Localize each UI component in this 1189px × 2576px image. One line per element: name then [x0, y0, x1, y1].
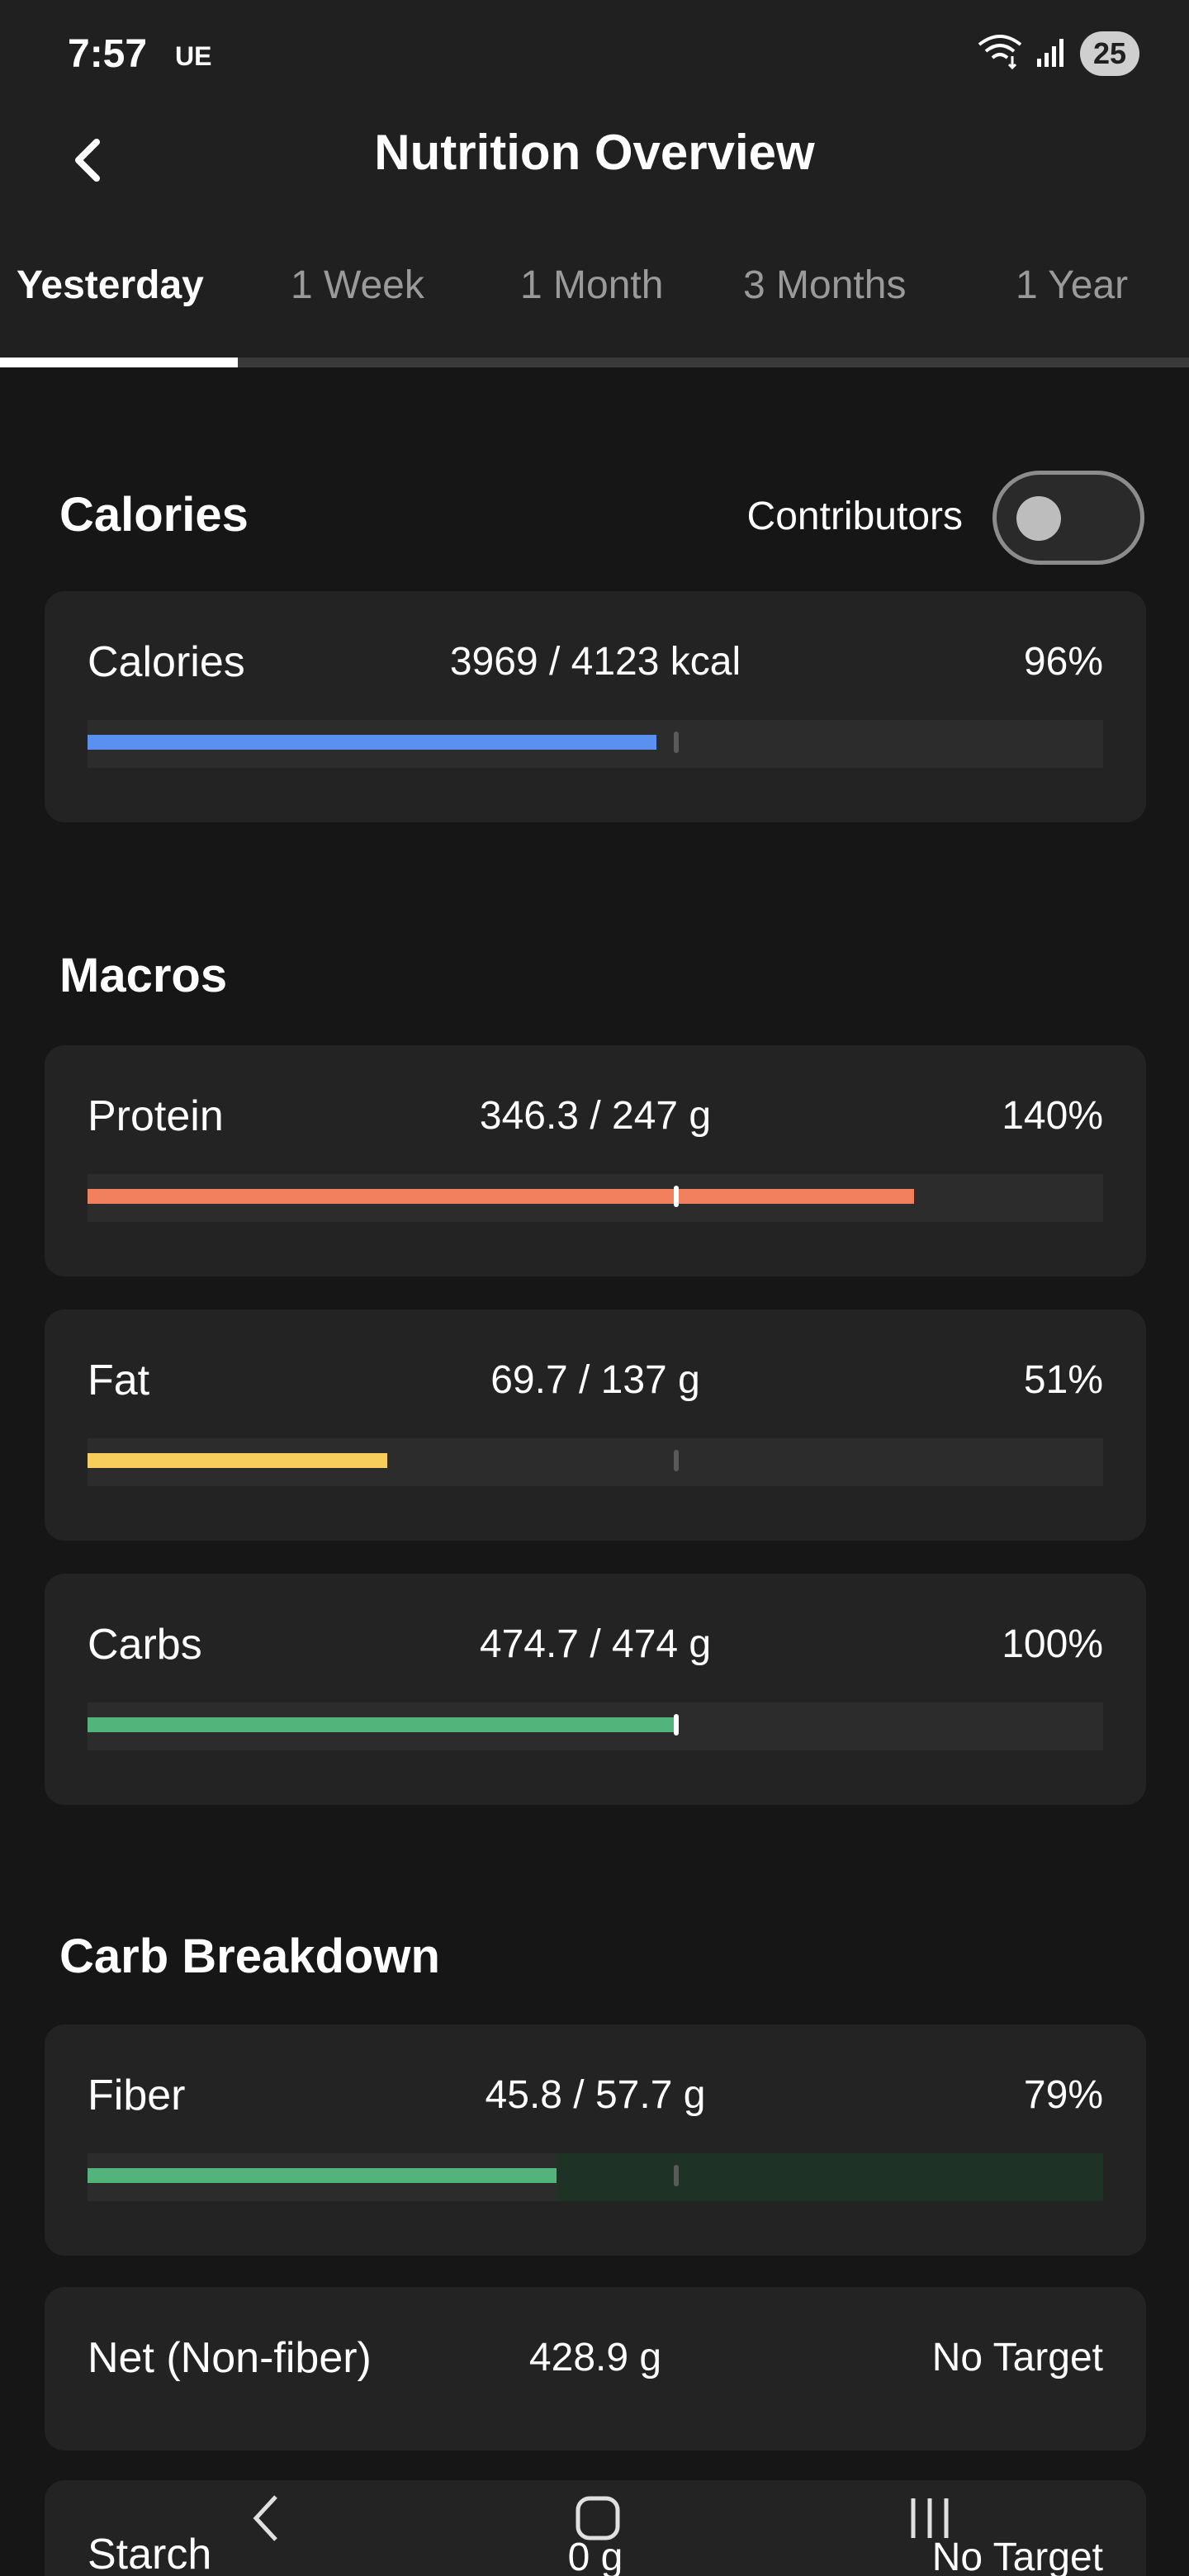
carbs-amount: 474.7 / 474 g [479, 1622, 712, 1666]
range-tabs: Yesterday 1 Week 1 Month 3 Months 1 Year [0, 223, 1189, 367]
protein-target-marker [674, 1186, 680, 1207]
wifi-icon [976, 33, 1024, 75]
fiber-percent: 79% [1023, 2073, 1103, 2117]
fat-target-marker [674, 1450, 680, 1471]
protein-percent: 140% [1002, 1094, 1103, 1138]
fiber-progress-fill [88, 2168, 557, 2183]
recents-icon [911, 2498, 949, 2538]
tab-1-year[interactable]: 1 Year [1016, 263, 1128, 308]
nav-recents-button[interactable] [880, 2477, 979, 2559]
carbs-progress-track [88, 1702, 1103, 1750]
status-bar: 7:57 UE 25 [0, 0, 1189, 107]
status-carrier: UE [175, 41, 212, 71]
calories-amount: 3969 / 4123 kcal [449, 640, 741, 684]
status-time: 7:57 [68, 32, 148, 76]
contributors-toggle[interactable] [992, 471, 1144, 565]
protein-progress-fill [88, 1189, 915, 1204]
calories-card[interactable]: Calories 3969 / 4123 kcal 96% [45, 591, 1146, 822]
back-icon [253, 2495, 277, 2541]
tab-3-months[interactable]: 3 Months [743, 263, 906, 308]
carbs-progress-fill [88, 1717, 677, 1732]
fiber-target-marker [674, 2165, 680, 2186]
fat-card[interactable]: Fat 69.7 / 137 g 51% [45, 1309, 1146, 1541]
carbs-card[interactable]: Carbs 474.7 / 474 g 100% [45, 1574, 1146, 1805]
system-nav-bar [0, 2469, 1189, 2576]
tab-active-indicator [0, 358, 238, 367]
fiber-progress-track [88, 2153, 1103, 2201]
carbs-target-marker [674, 1714, 680, 1735]
battery-indicator: 25 [1079, 31, 1139, 76]
nav-home-button[interactable] [548, 2477, 647, 2559]
fiber-amount: 45.8 / 57.7 g [485, 2073, 706, 2117]
home-icon [576, 2496, 620, 2540]
fat-progress-fill [88, 1453, 387, 1468]
contributors-label: Contributors [746, 495, 963, 538]
fiber-card[interactable]: Fiber 45.8 / 57.7 g 79% [45, 2024, 1146, 2256]
calories-target-marker [674, 732, 680, 753]
carbs-percent: 100% [1002, 1622, 1103, 1666]
calories-progress-track [88, 720, 1103, 768]
page-title: Nutrition Overview [374, 125, 815, 180]
toggle-knob [1016, 496, 1061, 541]
calories-section-title: Calories [59, 488, 249, 542]
app-header: Nutrition Overview [0, 107, 1189, 223]
protein-card[interactable]: Protein 346.3 / 247 g 140% [45, 1045, 1146, 1276]
tab-1-week[interactable]: 1 Week [291, 263, 424, 308]
net-carbs-card[interactable]: Net (Non-fiber) 428.9 g No Target [45, 2287, 1146, 2451]
fat-amount: 69.7 / 137 g [490, 1358, 700, 1402]
tab-1-month[interactable]: 1 Month [520, 263, 663, 308]
calories-percent: 96% [1023, 640, 1103, 684]
fat-progress-track [88, 1438, 1103, 1486]
nav-back-button[interactable] [216, 2477, 315, 2559]
net-carbs-percent: No Target [931, 2336, 1103, 2379]
carb-breakdown-section-title: Carb Breakdown [59, 1930, 440, 1983]
fat-percent: 51% [1023, 1358, 1103, 1402]
status-icons: 25 [976, 31, 1139, 76]
signal-icon [1035, 36, 1068, 73]
protein-progress-track [88, 1174, 1103, 1222]
calories-progress-fill [88, 735, 656, 750]
macros-section-title: Macros [59, 949, 228, 1002]
tab-yesterday[interactable]: Yesterday [17, 263, 204, 308]
protein-amount: 346.3 / 247 g [479, 1094, 712, 1138]
